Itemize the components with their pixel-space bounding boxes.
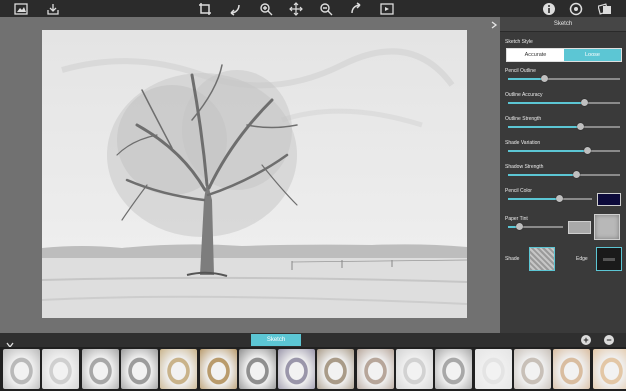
sketch-style-label: Sketch Style <box>505 39 533 45</box>
save-icon[interactable] <box>45 1 61 16</box>
pan-icon[interactable] <box>288 1 304 16</box>
paper-tint-slider[interactable] <box>508 223 563 230</box>
sketch-preview-image[interactable] <box>42 30 467 318</box>
pencil-outline-label: Pencil Outline <box>505 68 536 74</box>
style-loose-button[interactable]: Loose <box>564 49 621 61</box>
style-accurate-button[interactable]: Accurate <box>507 49 564 61</box>
panel-collapse-chevron-icon[interactable] <box>488 19 500 31</box>
preset-bar: Sketch + − <box>0 333 626 349</box>
outline-accuracy-label: Outline Accuracy <box>505 92 543 98</box>
outline-accuracy-slider[interactable] <box>508 99 620 106</box>
sketch-style-toggle: Accurate Loose <box>506 48 622 62</box>
expand-presets-chevron-icon[interactable] <box>6 336 14 349</box>
pencil-outline-slider[interactable] <box>508 75 620 82</box>
preset-thumbnail[interactable] <box>317 349 355 389</box>
shade-variation-slider[interactable] <box>508 147 620 154</box>
slider-knob[interactable] <box>515 223 523 230</box>
shade-variation-label: Shade Variation <box>505 140 541 146</box>
preset-thumbnail[interactable] <box>592 349 626 389</box>
canvas-area[interactable] <box>0 17 500 333</box>
preset-thumbnail[interactable] <box>435 349 473 389</box>
redo-icon[interactable] <box>348 1 364 16</box>
share-icon[interactable] <box>597 1 613 16</box>
zoom-in-icon[interactable] <box>258 1 274 16</box>
shadow-strength-slider[interactable] <box>508 171 620 178</box>
preset-thumbnail[interactable] <box>120 349 158 389</box>
edge-preview <box>603 257 615 261</box>
slider-knob[interactable] <box>577 123 585 130</box>
crop-icon[interactable] <box>197 1 213 16</box>
preset-thumbnail[interactable] <box>81 349 119 389</box>
slider-knob[interactable] <box>555 195 563 202</box>
undo-icon[interactable] <box>227 1 243 16</box>
slider-knob[interactable] <box>584 147 592 154</box>
slider-knob[interactable] <box>572 171 580 178</box>
slider-knob[interactable] <box>541 75 549 82</box>
edge-texture-thumbnail[interactable] <box>596 247 622 271</box>
preset-thumbnail[interactable] <box>42 349 80 389</box>
remove-preset-button[interactable]: − <box>604 335 614 345</box>
settings-icon[interactable] <box>568 1 584 16</box>
edge-label: Edge <box>576 256 588 262</box>
preset-thumbnail[interactable] <box>160 349 198 389</box>
pencil-color-label: Pencil Color <box>505 188 532 194</box>
shade-label: Shade <box>505 256 520 262</box>
compare-icon[interactable] <box>379 1 395 16</box>
preset-thumbnail[interactable] <box>474 349 512 389</box>
sketch-settings-panel: Sketch Sketch Style Accurate Loose Penci… <box>500 17 626 333</box>
top-toolbar <box>0 0 626 17</box>
preset-thumbnail[interactable] <box>553 349 591 389</box>
preset-thumbnail[interactable] <box>356 349 394 389</box>
paper-tint-swatch[interactable] <box>568 221 591 234</box>
shadow-strength-label: Shadow Strength <box>505 164 544 170</box>
paper-texture-swatch[interactable] <box>594 214 620 240</box>
pencil-color-slider[interactable] <box>508 195 592 202</box>
slider-knob[interactable] <box>580 99 588 106</box>
paper-tint-label: Paper Tint <box>505 216 528 222</box>
preset-thumbnail[interactable] <box>396 349 433 389</box>
preset-thumbnail[interactable] <box>199 349 237 389</box>
add-preset-button[interactable]: + <box>581 335 591 345</box>
pencil-color-swatch[interactable] <box>597 193 621 206</box>
preset-thumbnail[interactable] <box>513 349 551 389</box>
preset-thumbnail[interactable] <box>3 349 40 389</box>
shade-texture-thumbnail[interactable] <box>529 247 555 271</box>
outline-strength-label: Outline Strength <box>505 116 542 122</box>
preset-thumbnail[interactable] <box>278 349 316 389</box>
outline-strength-slider[interactable] <box>508 123 620 130</box>
panel-title: Sketch <box>500 17 626 32</box>
preset-filmstrip <box>0 347 626 391</box>
preset-thumbnail[interactable] <box>238 349 276 389</box>
open-image-icon[interactable] <box>13 1 29 16</box>
zoom-out-icon[interactable] <box>318 1 334 16</box>
preset-category-tab[interactable]: Sketch <box>251 334 301 346</box>
info-icon[interactable] <box>541 1 557 16</box>
